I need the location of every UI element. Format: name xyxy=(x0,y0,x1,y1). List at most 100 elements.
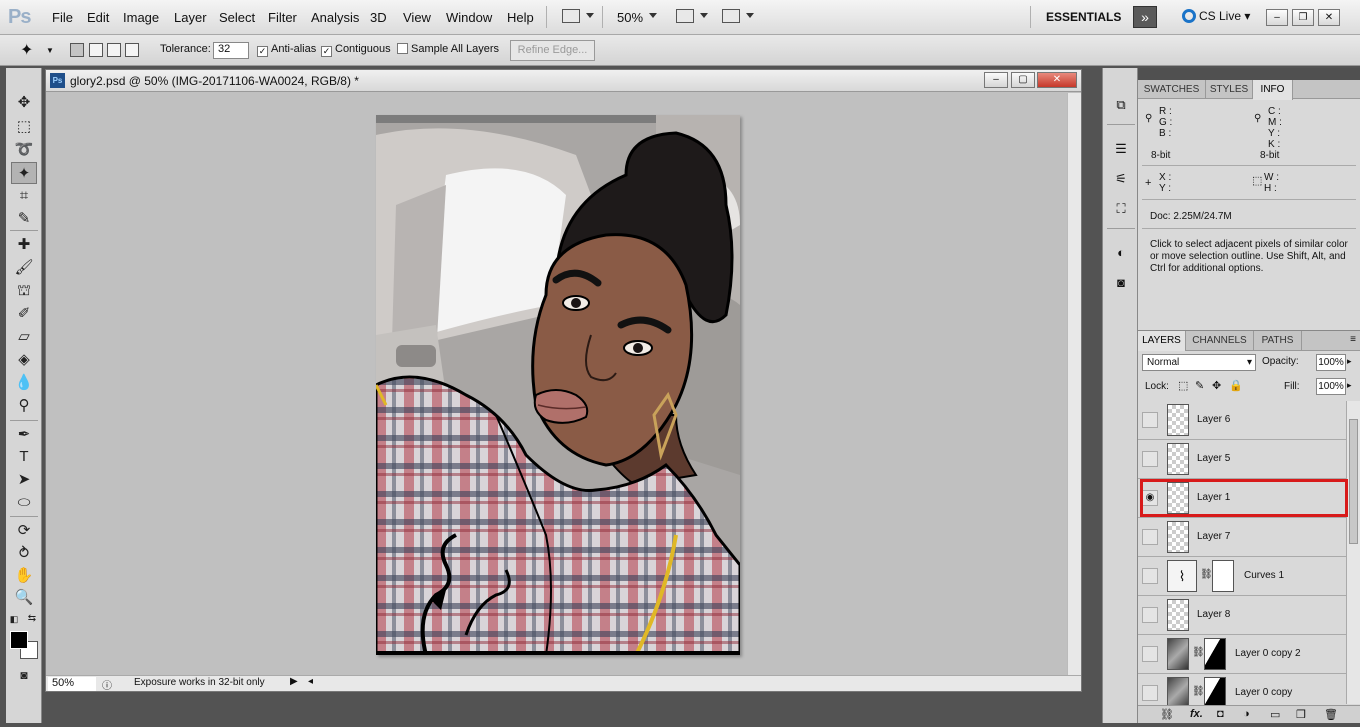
document-vertical-scrollbar[interactable] xyxy=(1067,93,1081,676)
ellipse-icon[interactable]: ⬭ xyxy=(11,492,37,514)
history-panel-icon[interactable]: ⧉ xyxy=(1111,96,1131,114)
pen-icon[interactable]: ✒ xyxy=(11,424,37,446)
arrange-documents-icon[interactable] xyxy=(676,9,694,23)
scroll-left-arrow-icon[interactable]: ◂ xyxy=(308,676,313,687)
delete-layer-icon[interactable]: 🗑 xyxy=(1324,708,1338,721)
path-select-icon[interactable]: ➤ xyxy=(11,469,37,491)
zoom-icon[interactable]: 🔍 xyxy=(11,587,37,609)
menu-3d[interactable]: 3D xyxy=(370,10,387,25)
new-layer-icon[interactable]: ❒ xyxy=(1296,708,1306,721)
chevron-down-icon[interactable] xyxy=(700,13,708,18)
quick-mask-icon[interactable]: ◙ xyxy=(11,664,37,686)
fill-arrow-icon[interactable]: ▸ xyxy=(1347,380,1352,391)
layer-row[interactable]: Layer 7 xyxy=(1138,518,1346,557)
doc-close-button[interactable]: ✕ xyxy=(1037,72,1077,88)
menu-analysis[interactable]: Analysis xyxy=(311,10,359,25)
workspace-expand-button[interactable]: » xyxy=(1133,6,1157,28)
lock-position-icon[interactable]: ✥ xyxy=(1212,379,1221,392)
chevron-down-icon[interactable] xyxy=(746,13,754,18)
tool-preset-arrow-icon[interactable]: ▼ xyxy=(46,46,54,55)
tab-swatches[interactable]: SWATCHES xyxy=(1138,80,1206,99)
checkbox-checked-icon[interactable]: ✓ xyxy=(257,46,268,57)
fill-input[interactable]: 100% xyxy=(1316,378,1346,395)
lock-transparent-icon[interactable]: ⬚ xyxy=(1178,379,1188,392)
history-brush-icon[interactable]: ✐ xyxy=(11,303,37,325)
layer-row-selected[interactable]: ◉ Layer 1 xyxy=(1138,479,1346,518)
layer-style-icon[interactable]: fx. xyxy=(1190,708,1203,720)
menu-file[interactable]: File xyxy=(52,10,73,25)
new-adjustment-icon[interactable]: ◑ xyxy=(1243,708,1250,720)
blur-icon[interactable]: 💧 xyxy=(11,372,37,394)
menu-window[interactable]: Window xyxy=(446,10,492,25)
checkbox-checked-icon[interactable]: ✓ xyxy=(321,46,332,57)
new-group-icon[interactable]: ▭ xyxy=(1270,708,1280,721)
3d-panel-icon[interactable]: ◙ xyxy=(1111,274,1131,292)
menu-select[interactable]: Select xyxy=(219,10,255,25)
tolerance-input[interactable]: 32 xyxy=(213,42,249,59)
lock-pixels-icon[interactable]: ✎ xyxy=(1195,379,1204,392)
panel-header-bar[interactable] xyxy=(1138,68,1360,80)
layer-row[interactable]: Layer 5 xyxy=(1138,440,1346,479)
opacity-arrow-icon[interactable]: ▸ xyxy=(1347,356,1352,367)
layers-scroll-thumb[interactable] xyxy=(1349,419,1358,544)
document-photo[interactable] xyxy=(376,115,740,655)
screen-mode-full-icon[interactable] xyxy=(722,9,740,23)
doc-minimize-button[interactable]: – xyxy=(984,72,1008,88)
status-info-icon[interactable]: ⓘ xyxy=(102,677,112,692)
3d-rotate-icon[interactable]: ⟳ xyxy=(11,520,37,542)
anti-alias-checkbox[interactable]: ✓ Anti-alias xyxy=(257,43,316,57)
checkbox-unchecked-icon[interactable] xyxy=(397,43,408,54)
canvas-area[interactable] xyxy=(47,93,1067,676)
status-zoom-field[interactable]: 50% xyxy=(48,677,96,691)
crop-icon[interactable]: ⌗ xyxy=(11,185,37,207)
visibility-toggle[interactable] xyxy=(1142,529,1158,545)
clone-stamp-icon[interactable]: ⛫ xyxy=(11,280,37,302)
workspace-switcher[interactable]: ESSENTIALS xyxy=(1046,10,1121,24)
eye-icon[interactable]: ◉ xyxy=(1142,490,1158,506)
link-layers-icon[interactable]: ⛓ xyxy=(1160,708,1174,721)
clone-source-panel-icon[interactable]: ⛶ xyxy=(1111,200,1131,218)
add-to-selection-icon[interactable] xyxy=(89,43,103,57)
layers-scrollbar[interactable] xyxy=(1346,401,1360,704)
type-icon[interactable]: T xyxy=(11,446,37,468)
tab-channels[interactable]: CHANNELS xyxy=(1186,331,1254,350)
tab-info[interactable]: INFO xyxy=(1253,80,1293,100)
brush-icon[interactable]: 🖌 xyxy=(11,257,37,279)
zoom-level-menu[interactable]: 50% xyxy=(617,10,643,25)
app-close-button[interactable]: ✕ xyxy=(1318,9,1340,26)
menu-view[interactable]: View xyxy=(403,10,431,25)
brush-panel-icon[interactable]: ⚟ xyxy=(1111,170,1131,188)
menu-help[interactable]: Help xyxy=(507,10,534,25)
paint-bucket-icon[interactable]: ◈ xyxy=(11,349,37,371)
layer-row[interactable]: Layer 6 xyxy=(1138,401,1346,440)
app-minimize-button[interactable]: – xyxy=(1266,9,1288,26)
foreground-color-swatch[interactable] xyxy=(10,631,28,649)
tab-paths[interactable]: PATHS xyxy=(1254,331,1302,350)
visibility-toggle[interactable] xyxy=(1142,685,1158,701)
magic-wand-icon[interactable]: ✦ xyxy=(11,162,37,184)
subtract-selection-icon[interactable] xyxy=(107,43,121,57)
contiguous-checkbox[interactable]: ✓ Contiguous xyxy=(321,43,391,57)
status-menu-arrow-icon[interactable]: ▶ xyxy=(290,676,298,687)
screen-mode-icon[interactable] xyxy=(562,9,580,23)
layer-row[interactable]: ⌇ ⛓ Curves 1 xyxy=(1138,557,1346,596)
menu-filter[interactable]: Filter xyxy=(268,10,297,25)
add-mask-icon[interactable]: ◘ xyxy=(1217,708,1224,720)
dodge-icon[interactable]: ⚲ xyxy=(11,395,37,417)
layer-row[interactable]: ⛓ Layer 0 copy xyxy=(1138,674,1346,706)
chevron-down-icon[interactable] xyxy=(649,13,657,18)
tab-layers[interactable]: LAYERS xyxy=(1138,331,1186,351)
sample-all-layers-checkbox[interactable]: Sample All Layers xyxy=(397,43,499,55)
menu-layer[interactable]: Layer xyxy=(174,10,207,25)
menu-edit[interactable]: Edit xyxy=(87,10,109,25)
masks-panel-icon[interactable]: ◐ xyxy=(1111,244,1131,262)
layer-row[interactable]: Layer 8 xyxy=(1138,596,1346,635)
layer-row[interactable]: ⛓ Layer 0 copy 2 xyxy=(1138,635,1346,674)
tab-styles[interactable]: STYLES xyxy=(1206,80,1253,99)
hand-icon[interactable]: ✋ xyxy=(11,565,37,587)
document-title-bar[interactable]: Ps glory2.psd @ 50% (IMG-20171106-WA0024… xyxy=(46,70,1081,92)
visibility-toggle[interactable] xyxy=(1142,607,1158,623)
visibility-toggle[interactable] xyxy=(1142,568,1158,584)
chevron-down-icon[interactable] xyxy=(586,13,594,18)
lasso-icon[interactable]: ➰ xyxy=(11,139,37,161)
